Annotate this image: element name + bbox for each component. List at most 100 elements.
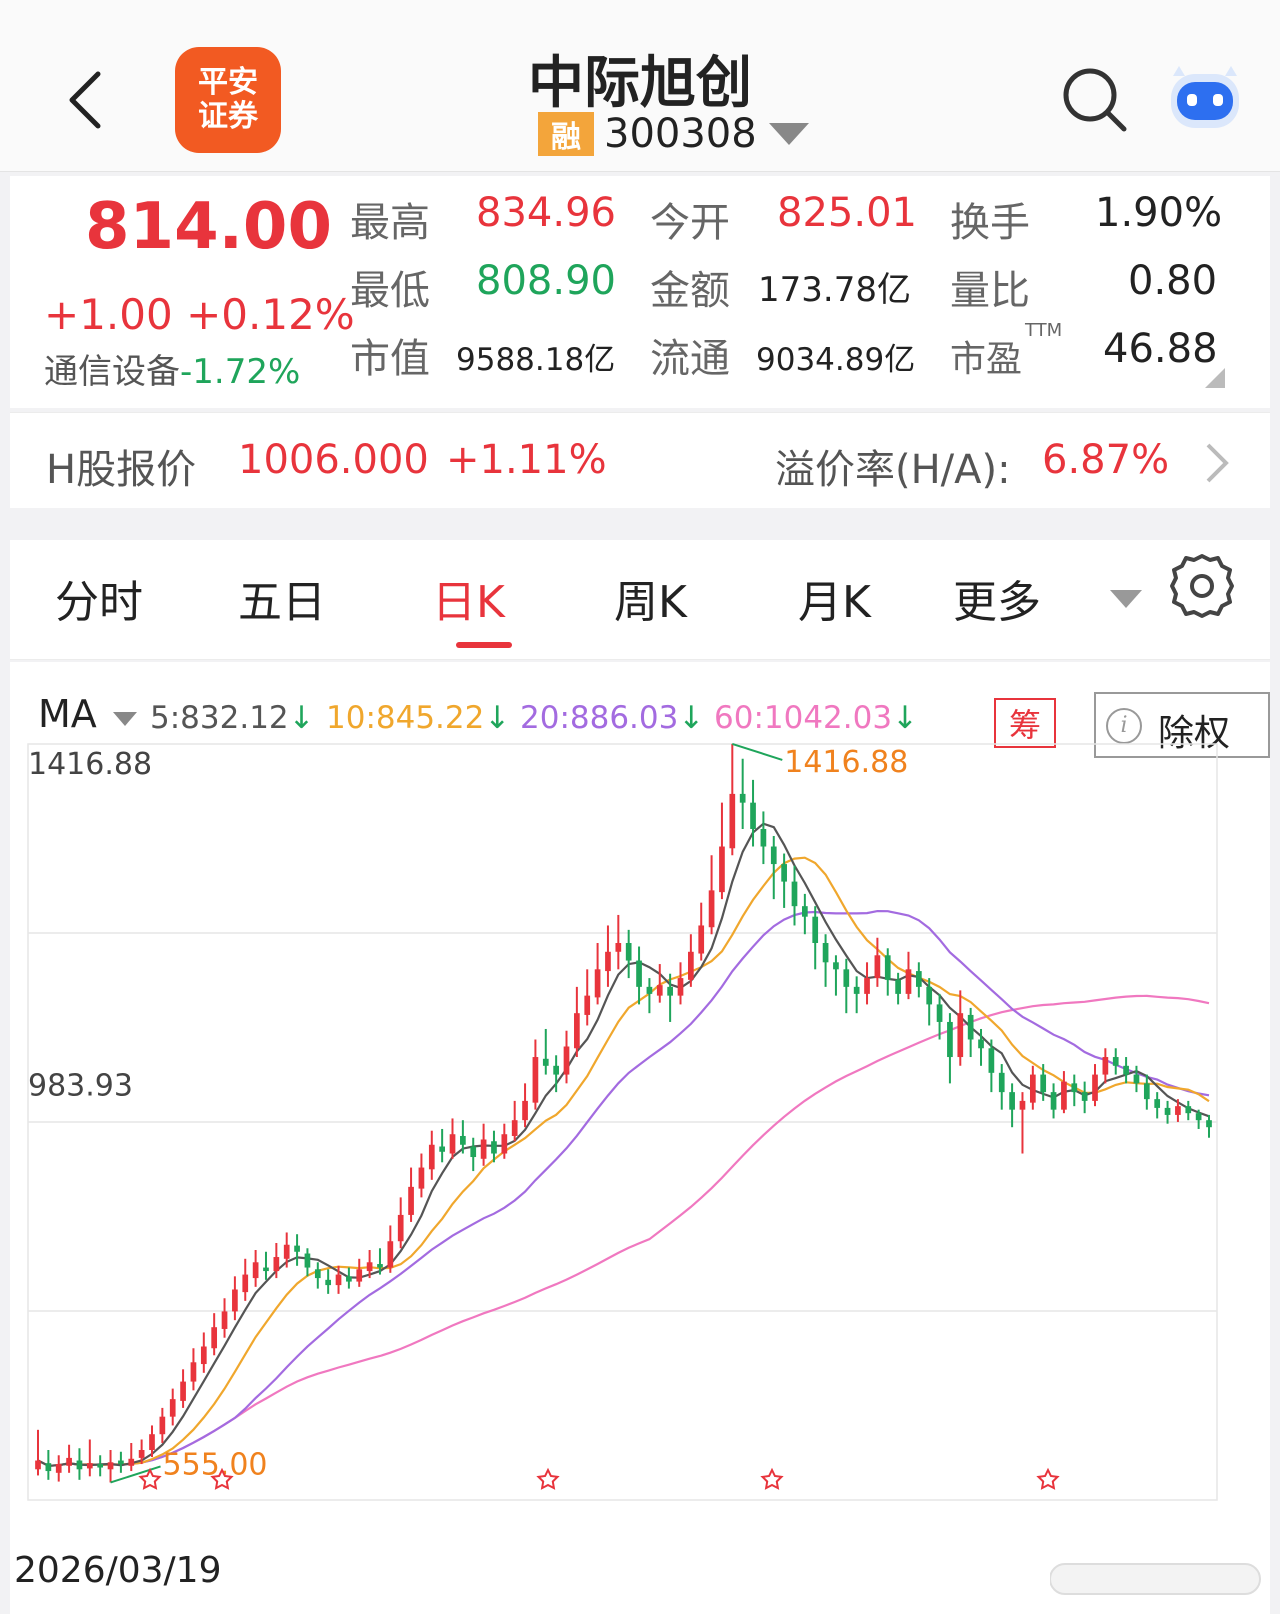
candle-body [667, 986, 673, 996]
tab-monthly-k[interactable]: 月K [798, 566, 871, 630]
h-share-label: H股报价 [46, 447, 197, 493]
quote-panel: 814.00 +1.00 +0.12% 通信设备-1.72% 最高 834.96… [10, 176, 1270, 408]
candle-body [864, 978, 870, 994]
candle-body [584, 995, 591, 1015]
candle-body [553, 1065, 559, 1075]
candle-body [574, 1013, 580, 1049]
candle-body [1185, 1106, 1192, 1114]
candlestick-chart[interactable]: 1416.88983.931416.88555.00 [10, 662, 1270, 1542]
candle-body [211, 1327, 218, 1349]
float-cap-value: 9034.89亿 [756, 342, 916, 378]
candle-body [636, 960, 642, 987]
search-icon[interactable] [1060, 65, 1130, 135]
margin-badge: 融 [538, 112, 594, 156]
candle-body [273, 1257, 280, 1272]
candle-body [625, 943, 632, 961]
candle-body [936, 1004, 943, 1022]
tab-daily-k[interactable]: 日K [432, 566, 505, 630]
candle-body [532, 1057, 539, 1103]
candle-body [377, 1264, 383, 1268]
top-bar: 平安 证券 中际旭创 融 300308 [0, 0, 1280, 172]
candle-body [770, 846, 777, 865]
kline-chart-panel: MA 5:832.12↓ 10:845.22↓ 20:886.03↓ 60:10… [10, 662, 1270, 1614]
ma10-line [37, 856, 1210, 1467]
candle-body [801, 906, 808, 917]
candle-body [1206, 1120, 1212, 1128]
candle-body [397, 1214, 404, 1242]
event-star-icon [1036, 1467, 1060, 1490]
market-cap-label: 市值 [350, 336, 430, 382]
candle-body [522, 1100, 528, 1121]
gear-icon[interactable] [1168, 552, 1236, 620]
candle-body [428, 1144, 435, 1170]
candle-body [221, 1311, 228, 1329]
premium-label: 溢价率(H/A): [775, 447, 1011, 493]
candle-body [698, 925, 705, 954]
candle-body [708, 890, 715, 928]
chevron-down-icon [768, 123, 809, 145]
candle-body [97, 1464, 104, 1468]
candle-body [719, 846, 725, 893]
candle-body [180, 1381, 186, 1401]
candle-body [480, 1139, 487, 1159]
price-change: +1.00 +0.12% [44, 290, 355, 339]
tab-more[interactable]: 更多 [953, 566, 1041, 630]
candle-body [947, 1021, 953, 1058]
chevron-down-icon [1110, 590, 1142, 608]
start-date: 2026/03/19 [14, 1550, 222, 1591]
candle-body [1061, 1081, 1067, 1110]
change-amount: +1.00 [44, 290, 173, 339]
high-value: 834.96 [476, 190, 616, 236]
candle-body [729, 793, 736, 849]
candle-body [594, 969, 601, 998]
candle-body [760, 828, 767, 847]
candle-body [107, 1462, 114, 1470]
max-marker-line [732, 742, 783, 761]
candle-body [905, 969, 912, 994]
candle-body [1175, 1106, 1181, 1115]
tab-weekly-k[interactable]: 周K [614, 566, 687, 630]
candle-body [449, 1134, 456, 1154]
candle-body [822, 943, 829, 963]
amount-label: 金额 [650, 268, 730, 314]
event-star-icon [760, 1467, 784, 1490]
tab-intraday[interactable]: 分时 [55, 566, 143, 630]
candle-body [1195, 1113, 1202, 1121]
candle-body [501, 1134, 508, 1154]
candle-body [563, 1046, 570, 1075]
candle-body [1019, 1100, 1026, 1110]
candle-body [1040, 1074, 1047, 1093]
candle-body [138, 1450, 145, 1458]
candle-body [263, 1267, 269, 1272]
candle-body [66, 1457, 72, 1466]
industry-change[interactable]: 通信设备-1.72% [44, 344, 300, 393]
candle-body [511, 1120, 518, 1136]
volume-ratio-value: 0.80 [1128, 258, 1218, 304]
robot-assistant-icon[interactable] [1165, 66, 1245, 134]
candle-body [232, 1289, 238, 1312]
candle-body [750, 802, 756, 829]
candle-body [1143, 1083, 1150, 1100]
candle-body [169, 1399, 176, 1417]
max-price-label: 1416.88 [784, 745, 908, 780]
ma20-line [37, 909, 1210, 1467]
expand-corner-icon[interactable] [1205, 368, 1225, 388]
candle-body [677, 978, 684, 996]
candle-body [1123, 1065, 1129, 1075]
tab-five-day[interactable]: 五日 [238, 566, 326, 630]
candle-body [542, 1058, 549, 1066]
candle-body [1050, 1092, 1057, 1110]
candle-body [688, 951, 694, 980]
turnover-label: 换手 [950, 200, 1030, 246]
candle-body [874, 955, 881, 979]
candle-body [45, 1463, 52, 1472]
stock-code-selector[interactable]: 融 300308 [538, 110, 809, 158]
candle-body [1029, 1074, 1036, 1103]
pe-label: 市盈 [950, 339, 1023, 380]
candle-body [387, 1241, 394, 1268]
h-share-row[interactable]: H股报价 1006.000 +1.11% 溢价率(H/A): 6.87% [10, 412, 1270, 508]
candle-body [1009, 1092, 1015, 1110]
amount-value: 173.78亿 [758, 270, 911, 310]
candle-body [55, 1464, 62, 1473]
turnover-value: 1.90% [1095, 190, 1223, 236]
